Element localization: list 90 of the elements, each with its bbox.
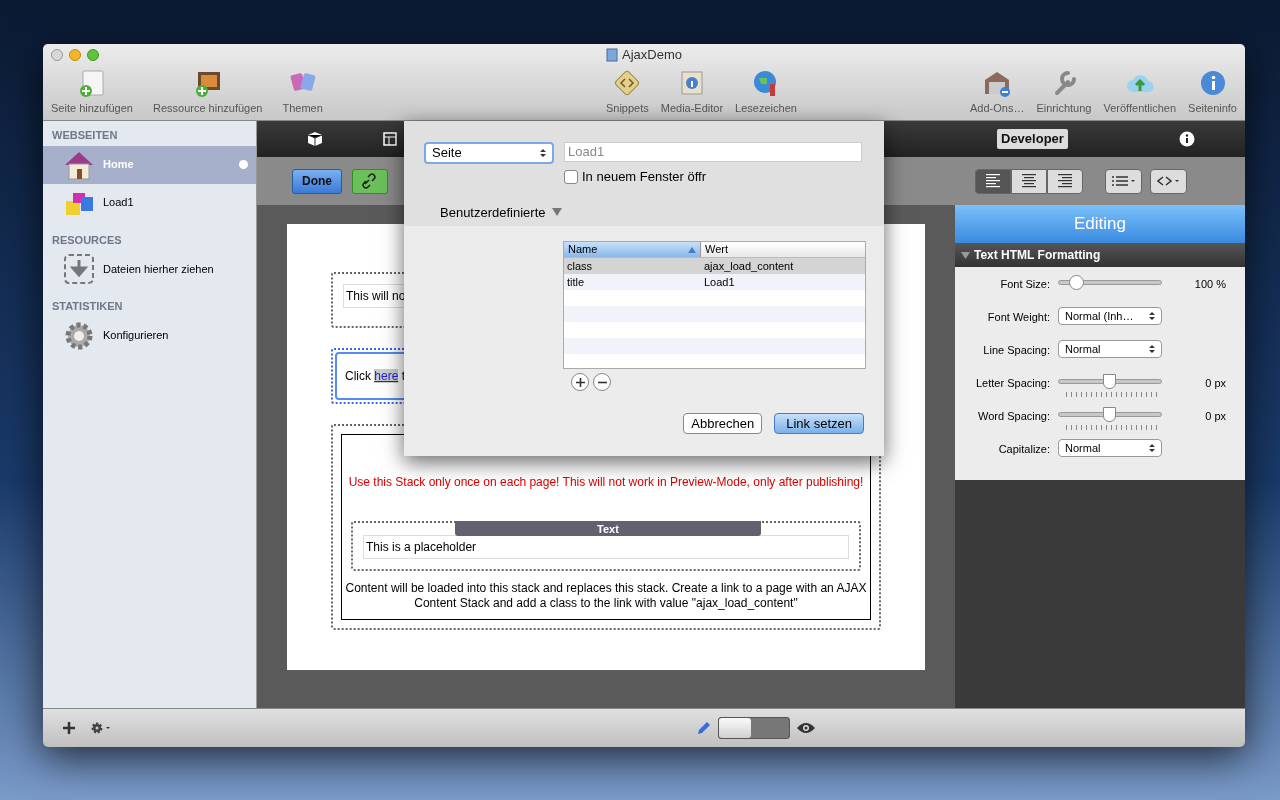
- field-label: Word Spacing:: [977, 409, 1051, 424]
- stepper-icon: [1149, 344, 1155, 354]
- toolbar-button[interactable]: Seiteninfo: [1184, 67, 1241, 116]
- cancel-button[interactable]: Abbrechen: [683, 413, 763, 434]
- select-field[interactable]: Normal (Inh…: [1058, 307, 1162, 325]
- section-label: Benutzerdefinierte: [440, 203, 546, 222]
- sidebar-item[interactable]: Dateien hierher ziehen: [43, 250, 256, 288]
- text-stack-label: Text: [455, 521, 761, 536]
- sidebar-item[interactable]: Konfigurieren: [43, 316, 256, 355]
- pencil-icon[interactable]: [696, 720, 712, 736]
- align-icon: [1058, 174, 1072, 188]
- align-button[interactable]: [1011, 168, 1047, 194]
- slider-value: 0 px: [1204, 409, 1226, 424]
- sidebar-heading: WEBSEITEN: [51, 128, 119, 143]
- toolbar-button[interactable]: Add-Ons…: [966, 67, 1029, 116]
- toolbar-button[interactable]: Einrichtung: [1032, 67, 1096, 116]
- field-label: Line Spacing:: [982, 343, 1051, 358]
- stepper-icon: [540, 148, 546, 158]
- toolbar-button[interactable]: Ressource hinzufügen: [148, 67, 267, 116]
- toolbar-button[interactable]: Lesezeichen: [731, 67, 801, 116]
- slider-thumb[interactable]: [1068, 275, 1084, 290]
- mode-header: Editing: [955, 205, 1245, 243]
- list-button[interactable]: [1105, 168, 1142, 194]
- code-button[interactable]: [1150, 168, 1187, 194]
- confirm-button[interactable]: Link setzen: [774, 413, 864, 434]
- toolbar-button[interactable]: Snippets: [601, 67, 653, 116]
- link-icon: [362, 173, 378, 189]
- code-icon: [1156, 176, 1181, 186]
- here-link[interactable]: here: [374, 369, 399, 383]
- slider-value: 0 px: [1204, 376, 1226, 391]
- table-row[interactable]: title Load1: [564, 274, 865, 290]
- toolbar-button[interactable]: Seite hinzufügen: [47, 67, 137, 116]
- slider-thumb[interactable]: [1102, 407, 1116, 422]
- align-icon: [986, 174, 1000, 188]
- sort-arrow-icon: [688, 246, 696, 253]
- inspector-title: Developer: [997, 129, 1068, 149]
- slider[interactable]: [1058, 406, 1162, 423]
- description-text: Content will be loaded into this stack and replaces this stack. Create a link to a page with an AJAX Content Stack and add a class to the link with value "ajax_load_content": [344, 581, 868, 611]
- disclosure-triangle-icon: [961, 251, 970, 259]
- plus-icon[interactable]: [63, 722, 75, 734]
- placeholder-text: This is a placeholder: [363, 535, 849, 559]
- column-header[interactable]: Wert: [701, 242, 865, 257]
- layout-icon: [383, 132, 397, 146]
- align-button[interactable]: [975, 168, 1011, 194]
- checkbox-label: In neuem Fenster öffr: [582, 168, 707, 186]
- list-icon: [1111, 176, 1136, 186]
- toolbar-button[interactable]: Veröffentlichen: [1099, 67, 1181, 116]
- stepper-icon: [1149, 443, 1155, 453]
- table-row[interactable]: class ajax_load_content: [564, 258, 865, 274]
- align-button[interactable]: [1047, 168, 1083, 194]
- document-icon: [606, 48, 618, 62]
- disclosure-triangle-icon[interactable]: [551, 208, 562, 217]
- link-target-field[interactable]: Load1: [564, 142, 862, 162]
- field-label: Capitalize:: [997, 442, 1051, 457]
- info-icon[interactable]: [1179, 131, 1195, 147]
- gear-icon[interactable]: [91, 722, 111, 734]
- drop-zone-icon: [63, 253, 95, 285]
- link-type-select[interactable]: Seite: [424, 142, 554, 164]
- select-field[interactable]: Normal: [1058, 340, 1162, 358]
- slider[interactable]: [1058, 274, 1162, 291]
- column-header[interactable]: Name: [564, 242, 701, 257]
- toolbar-button[interactable]: Media-Editor: [656, 67, 728, 116]
- section-header[interactable]: Text HTML Formatting: [955, 243, 1245, 267]
- sidebar-item[interactable]: Load1: [43, 183, 256, 222]
- table-cell-text: class: [566, 258, 594, 274]
- field-label: Font Size:: [999, 277, 1051, 292]
- remove-row-button[interactable]: [593, 373, 611, 391]
- field-label: Letter Spacing:: [975, 376, 1051, 391]
- toolbar-button[interactable]: Themen: [278, 67, 327, 116]
- checkbox[interactable]: [564, 169, 578, 184]
- cube-icon: [307, 131, 323, 147]
- warning-text: Use this Stack only once on each page! This will not work in Preview-Mode, only after publishing!: [348, 474, 864, 491]
- slider[interactable]: [1058, 373, 1162, 390]
- add-link-button[interactable]: [352, 168, 388, 194]
- select-field[interactable]: Normal: [1058, 439, 1162, 457]
- field-label: Font Weight:: [986, 310, 1051, 325]
- sidebar-heading: STATISTIKEN: [51, 299, 124, 314]
- add-row-button[interactable]: [571, 373, 589, 391]
- slider-value: 100 %: [1193, 277, 1226, 292]
- sidebar-heading: RESOURCES: [51, 232, 123, 248]
- slider-thumb[interactable]: [1102, 374, 1116, 389]
- window-title: AjaxDemo: [622, 46, 682, 65]
- stepper-icon: [1149, 311, 1155, 321]
- align-icon: [1022, 174, 1036, 188]
- eye-icon[interactable]: [796, 722, 816, 734]
- plus-icon: [575, 377, 585, 387]
- table-cell-text: ajax_load_content: [703, 258, 795, 274]
- done-button[interactable]: Done: [292, 168, 342, 194]
- zoom-button[interactable]: [87, 49, 99, 61]
- mode-switch[interactable]: [718, 717, 790, 739]
